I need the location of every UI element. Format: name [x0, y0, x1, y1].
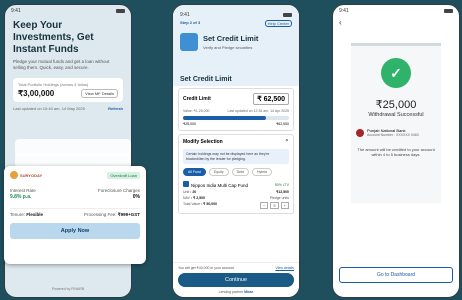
receipt-card: ✓ ₹25,000 Withdrawal Successful Punjab N…	[351, 43, 441, 203]
ltv-badge: 50% LTV	[274, 182, 289, 187]
chip-all-fund[interactable]: All Fund	[183, 168, 206, 176]
go-to-dashboard-button[interactable]: Go to Dashboard	[339, 267, 453, 283]
foreclosure-label: Foreclosure Charges	[97, 188, 140, 193]
sun-icon	[10, 171, 18, 179]
processing-value: ₹999+GST	[117, 212, 140, 217]
nav-label: NAV	[183, 196, 190, 200]
interest-value: 9.8% p.a.	[10, 194, 32, 200]
info-note: Certain holdings may not be displayed he…	[183, 149, 289, 164]
balance-text: You will get ₹40,000 in your account	[178, 266, 235, 270]
unit-value: : 20	[190, 190, 197, 194]
slider-max: ₹62,500	[276, 122, 289, 126]
status-bar: 9:41	[333, 5, 459, 16]
chip-hybrid[interactable]: Hybrid	[251, 168, 273, 176]
page-title: Keep Your Investments, Get Instant Funds	[13, 20, 94, 55]
status-bar: 9:41	[180, 9, 292, 20]
last-updated-text: Last updated on 10:40 am, 14 May 2025	[13, 106, 85, 111]
view-mf-details-button[interactable]: View MF Details	[81, 89, 118, 98]
withdrawal-status: Withdrawal Successful	[368, 112, 424, 118]
quantity-value: 5	[270, 202, 279, 209]
account-number: Account Number : XXXXXX 0463	[367, 133, 419, 137]
lending-partner-label: Lending partner	[218, 290, 244, 294]
unit-label: Unit	[183, 190, 190, 194]
chevron-up-icon[interactable]: ⌃	[285, 139, 289, 145]
credit-limit-card: Credit Limit ₹ 62,500 Value: ₹1,25,000 L…	[178, 88, 294, 131]
battery-icon	[116, 8, 125, 13]
page-subtitle: Verify and Pledge securities	[203, 45, 253, 50]
tenure-label: Tenure:	[10, 212, 26, 217]
fund-name: Nippon India Multi Cap Fund	[191, 183, 249, 188]
header: 9:41 Step 2 of 3 Help Center Set Credit …	[173, 5, 299, 77]
fund-amount: ₹12,500	[276, 190, 289, 194]
help-center-button[interactable]: Help Center	[264, 20, 292, 27]
last-updated-row: Last updated on 10:40 am, 14 May 2025 Re…	[13, 106, 123, 111]
section-title: Set Credit Limit	[173, 71, 299, 86]
bank-info: Punjab National Bank Account Number : XX…	[356, 128, 436, 137]
withdrawal-success-screen: 9:41 ‹ ✓ ₹25,000 Withdrawal Successful P…	[332, 4, 460, 298]
loan-type-badge: Overdraft Loan	[107, 171, 140, 179]
status-time: 9:41	[11, 7, 21, 14]
page-subtitle: Pledge your mutual funds and get a loan …	[13, 59, 110, 70]
foreclosure-value: 0%	[132, 194, 140, 200]
withdrawal-amount: ₹25,000	[375, 99, 417, 111]
lender-card: SURYODAY Overdraft Loan Interest Rate 9.…	[4, 166, 146, 264]
processing-label: Processing Fee:	[83, 212, 117, 217]
battery-icon	[444, 8, 453, 13]
holdings-label: Total Portfolio Holdings (across 4 folio…	[18, 82, 89, 87]
lender-logo: SURYODAY	[10, 171, 42, 179]
total-value: : ₹ 50,000	[201, 202, 218, 206]
powered-by: Powered by FINARB	[51, 287, 85, 291]
credit-info: The amount will be credited to your acco…	[357, 147, 435, 157]
holdings-card: Total Portfolio Holdings (across 4 folio…	[13, 78, 123, 102]
nav-value: : ₹ 2,500	[190, 196, 206, 200]
credit-limit-label: Credit Limit	[183, 96, 211, 102]
tenure-value: Flexible	[26, 212, 44, 217]
status-time: 9:41	[339, 7, 349, 14]
last-updated-text: Last updated on 12:34 am, 14 Apr 2025	[227, 109, 290, 113]
slider-min: ₹25,000	[183, 122, 196, 126]
pledge-units-label: Pledge units	[269, 196, 289, 200]
back-arrow-icon[interactable]: ‹	[333, 16, 459, 29]
slider-fill	[183, 116, 266, 120]
step-indicator: Step 2 of 3	[180, 20, 201, 25]
bottom-bar: You will get ₹40,000 in your account Vie…	[173, 262, 299, 297]
page-title: Set Credit Limit	[203, 34, 259, 43]
plus-icon[interactable]: +	[280, 202, 289, 209]
total-label: Total Value	[183, 202, 201, 206]
portfolio-value: Value: ₹1,25,000	[183, 109, 210, 113]
refresh-link[interactable]: Refresh	[108, 106, 123, 111]
modify-selection-title: Modify Selection	[183, 139, 223, 145]
apply-now-button[interactable]: Apply Now	[10, 223, 140, 239]
continue-button[interactable]: Continue	[178, 273, 294, 287]
credit-limit-icon	[180, 33, 198, 51]
status-bar: 9:41	[5, 5, 131, 16]
bank-logo	[356, 128, 364, 137]
battery-icon	[283, 12, 292, 17]
status-time: 9:41	[180, 11, 190, 18]
modify-selection-panel: Modify Selection ⌃ Certain holdings may n…	[178, 134, 294, 214]
partner-logo: Mirae	[244, 290, 254, 294]
credit-limit-screen: 9:41 Step 2 of 3 Help Center Set Credit …	[172, 4, 300, 298]
view-details-link[interactable]: View details	[275, 266, 294, 270]
interest-label: Interest Rate	[10, 188, 36, 193]
lender-name: SURYODAY	[20, 172, 43, 178]
credit-limit-slider[interactable]	[183, 116, 289, 120]
fund-checkbox[interactable]	[183, 181, 189, 187]
holdings-value: ₹3,00,000	[18, 89, 55, 98]
chip-equity[interactable]: Equity	[208, 168, 229, 176]
credit-limit-input[interactable]: ₹ 62,500	[253, 93, 289, 105]
check-icon: ✓	[381, 58, 411, 88]
minus-icon[interactable]: −	[260, 202, 269, 209]
chip-debt[interactable]: Debt	[231, 168, 249, 176]
quantity-stepper[interactable]: −5 +	[260, 202, 289, 209]
